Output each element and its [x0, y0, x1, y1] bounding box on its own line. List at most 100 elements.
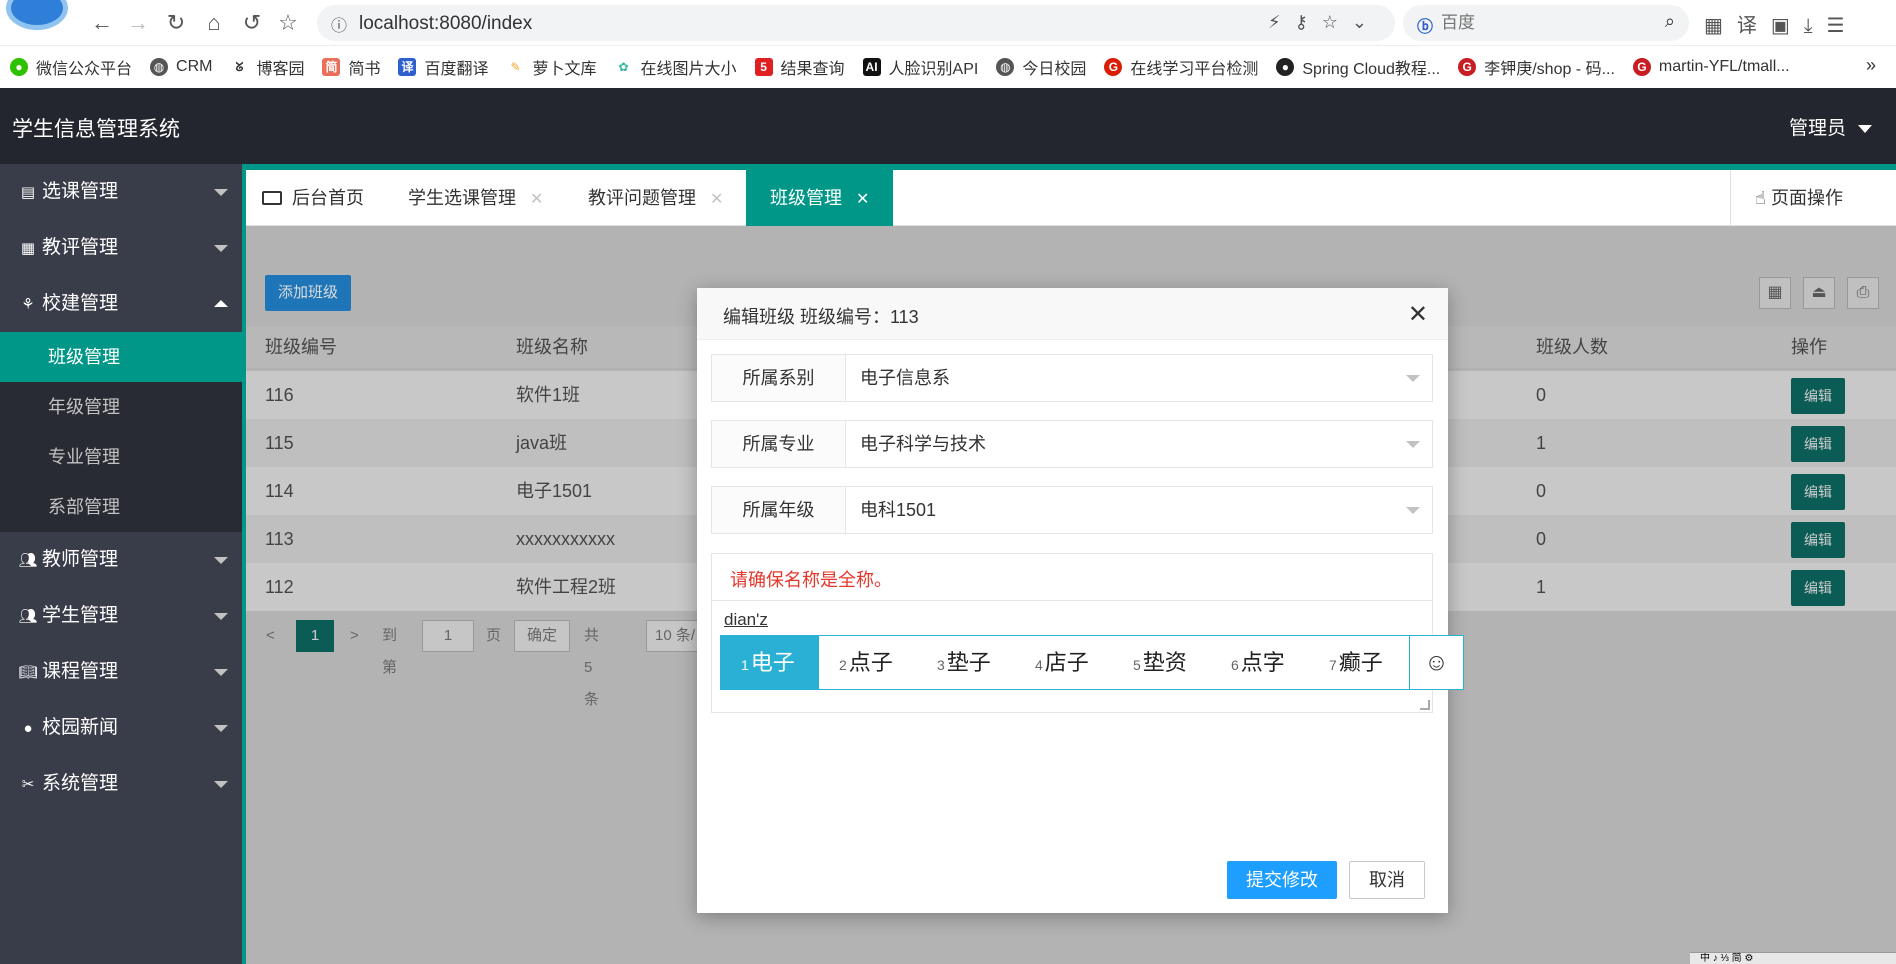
- sidebar-item-class[interactable]: 班级管理: [0, 332, 242, 382]
- address-bar-icons[interactable]: ⚡⚷☆⌄: [1268, 12, 1381, 33]
- reload-icon[interactable]: ↻: [162, 9, 190, 37]
- grade-select[interactable]: 所属年级 电科1501: [711, 486, 1433, 534]
- close-icon[interactable]: ✕: [530, 191, 543, 208]
- ime-candidate[interactable]: 1电子: [721, 636, 819, 689]
- sidebar-item-major[interactable]: 专业管理: [0, 432, 242, 482]
- ime-candidate[interactable]: 5垫资: [1133, 636, 1187, 689]
- admin-menu[interactable]: 管理员: [1789, 113, 1872, 140]
- column-header-name[interactable]: 班级名称: [516, 326, 588, 368]
- columns-icon[interactable]: ▦: [1759, 277, 1791, 309]
- close-icon[interactable]: ✕: [856, 191, 869, 208]
- back-icon[interactable]: ←: [88, 9, 116, 37]
- browser-logo-icon: [6, 0, 68, 30]
- edit-button[interactable]: 编辑: [1791, 474, 1845, 510]
- app-header: 学生信息管理系统 管理员: [0, 88, 1896, 164]
- sidebar-item-grade[interactable]: 年级管理: [0, 382, 242, 432]
- print-icon[interactable]: ⎙: [1847, 277, 1879, 309]
- page-operations-button[interactable]: ☝ 页面操作: [1730, 170, 1896, 226]
- search-icon[interactable]: ⌕: [1665, 11, 1675, 32]
- page-jump-confirm-button[interactable]: 确定: [514, 620, 570, 652]
- page-number-current[interactable]: 1: [296, 620, 334, 652]
- department-select[interactable]: 所属系别 电子信息系: [711, 354, 1433, 402]
- sidebar-item-campus[interactable]: ⚘ 校建管理: [0, 276, 242, 332]
- bookmark-item[interactable]: ● Spring Cloud教程...: [1276, 55, 1440, 79]
- ime-candidate[interactable]: 6点字: [1231, 636, 1285, 689]
- major-select[interactable]: 所属专业 电子科学与技术: [711, 420, 1433, 468]
- bookmark-item[interactable]: ᘜ 博客园: [230, 55, 304, 79]
- bookmark-item[interactable]: G 李钾庚/shop - 码...: [1458, 55, 1615, 79]
- bookmark-item[interactable]: 译百度翻译: [398, 55, 489, 79]
- submit-button[interactable]: 提交修改: [1227, 861, 1337, 899]
- column-header-id[interactable]: 班级编号: [265, 326, 337, 368]
- bookmarks-bar: ● 微信公众平台 ◍ CRM ᘜ 博客园 简简书 译百度翻译 ✎ 萝卜文库 ✿ 在线图片大…: [0, 47, 1896, 87]
- bookmark-item[interactable]: 简简书: [322, 55, 380, 79]
- more-bookmarks-icon[interactable]: »: [1866, 55, 1876, 76]
- column-header-ops: 操作: [1791, 337, 1827, 357]
- tab-home[interactable]: 后台首页: [262, 170, 364, 226]
- bookmark-item[interactable]: ◍ CRM: [150, 58, 212, 76]
- department-value[interactable]: 电子信息系: [860, 355, 950, 401]
- resize-handle[interactable]: [1420, 700, 1430, 710]
- sidebar-item-teacher[interactable]: 👥︎ 教师管理: [0, 532, 242, 588]
- page-jump-input[interactable]: 1: [422, 620, 474, 652]
- edit-button[interactable]: 编辑: [1791, 522, 1845, 558]
- major-value[interactable]: 电子科学与技术: [860, 421, 986, 467]
- ime-candidate[interactable]: 2点子: [839, 636, 893, 689]
- bookmark-item[interactable]: AI 人脸识别API: [862, 55, 978, 79]
- bookmark-item[interactable]: Gmartin-YFL/tmall...: [1632, 58, 1790, 76]
- site-info-icon[interactable]: ⓘ: [331, 12, 347, 36]
- home-icon[interactable]: ⌂: [200, 9, 228, 37]
- prev-page-icon[interactable]: <: [266, 620, 275, 652]
- ime-candidate[interactable]: 4店子: [1035, 636, 1089, 689]
- undo-icon[interactable]: ↺: [238, 9, 266, 37]
- export-icon[interactable]: ⏏: [1803, 277, 1835, 309]
- bookmark-item[interactable]: ◍ 今日校园: [996, 55, 1086, 79]
- close-icon[interactable]: ✕: [1408, 300, 1428, 329]
- address-bar[interactable]: ⓘ localhost:8080/index ⚡⚷☆⌄: [317, 5, 1395, 41]
- class-count: 1: [1536, 433, 1547, 453]
- close-icon[interactable]: ✕: [710, 191, 723, 208]
- forward-icon[interactable]: →: [124, 9, 152, 37]
- bookmark-item[interactable]: G 在线学习平台检测: [1104, 55, 1258, 79]
- goto-label: 到第: [382, 627, 398, 676]
- url-text[interactable]: localhost:8080/index: [359, 13, 532, 35]
- sidebar-item-news[interactable]: ● 校园新闻: [0, 700, 242, 756]
- sidebar-item-system[interactable]: ✂ 系统管理: [0, 756, 242, 812]
- class-id: 113: [265, 529, 294, 549]
- next-page-icon[interactable]: >: [350, 620, 359, 652]
- ime-tray[interactable]: 中 ♪ ⅓ 简 ⚙: [1690, 952, 1896, 964]
- cancel-button[interactable]: 取消: [1349, 861, 1425, 899]
- ime-candidate[interactable]: 7癫子: [1329, 636, 1383, 689]
- browser-extension-icons[interactable]: ▦译▣⤓☰: [1704, 9, 1859, 38]
- grid-icon: ▦: [20, 240, 36, 257]
- caret-down-icon: [1858, 124, 1872, 133]
- tab-evaluation[interactable]: 教评问题管理 ✕: [588, 170, 723, 226]
- bookmark-item[interactable]: ✿ 在线图片大小: [614, 55, 737, 79]
- ime-candidate-bar: 1电子 2点子 3垫子 4店子 5垫资 6点字 7癫子 ☺: [720, 635, 1464, 690]
- sidebar-item-student[interactable]: 👥︎ 学生管理: [0, 588, 242, 644]
- sidebar-item-evaluation[interactable]: ▦ 教评管理: [0, 220, 242, 276]
- sidebar-item-department[interactable]: 系部管理: [0, 482, 242, 532]
- column-header-count[interactable]: 班级人数: [1536, 326, 1608, 368]
- tab-class[interactable]: 班级管理 ✕: [746, 170, 894, 226]
- bookmark-item[interactable]: ● 微信公众平台: [10, 55, 132, 79]
- bookmark-item[interactable]: 5 结果查询: [754, 55, 845, 79]
- class-id: 114: [265, 481, 294, 501]
- edit-button[interactable]: 编辑: [1791, 426, 1845, 462]
- bookmark-star-icon[interactable]: ☆: [274, 9, 302, 37]
- book-icon: 📖︎: [18, 664, 38, 681]
- sidebar-item-course-selection[interactable]: ▤ 选课管理: [0, 164, 242, 220]
- bookmark-item[interactable]: ✎ 萝卜文库: [506, 55, 597, 79]
- caret-down-icon: [1406, 507, 1420, 514]
- grade-value[interactable]: 电科1501: [860, 487, 936, 533]
- search-input[interactable]: [1441, 11, 1641, 35]
- sidebar-item-course[interactable]: 📖︎ 课程管理: [0, 644, 242, 700]
- edit-button[interactable]: 编辑: [1791, 378, 1845, 414]
- tab-course-selection[interactable]: 学生选课管理 ✕: [408, 170, 543, 226]
- edit-button[interactable]: 编辑: [1791, 570, 1845, 606]
- ime-candidate[interactable]: 3垫子: [937, 636, 991, 689]
- add-class-button[interactable]: 添加班级: [265, 275, 351, 311]
- search-box[interactable]: ⓑ ⌕: [1403, 5, 1689, 41]
- class-name-textarea[interactable]: dian'z: [724, 610, 768, 630]
- emoji-icon[interactable]: ☺: [1409, 636, 1463, 689]
